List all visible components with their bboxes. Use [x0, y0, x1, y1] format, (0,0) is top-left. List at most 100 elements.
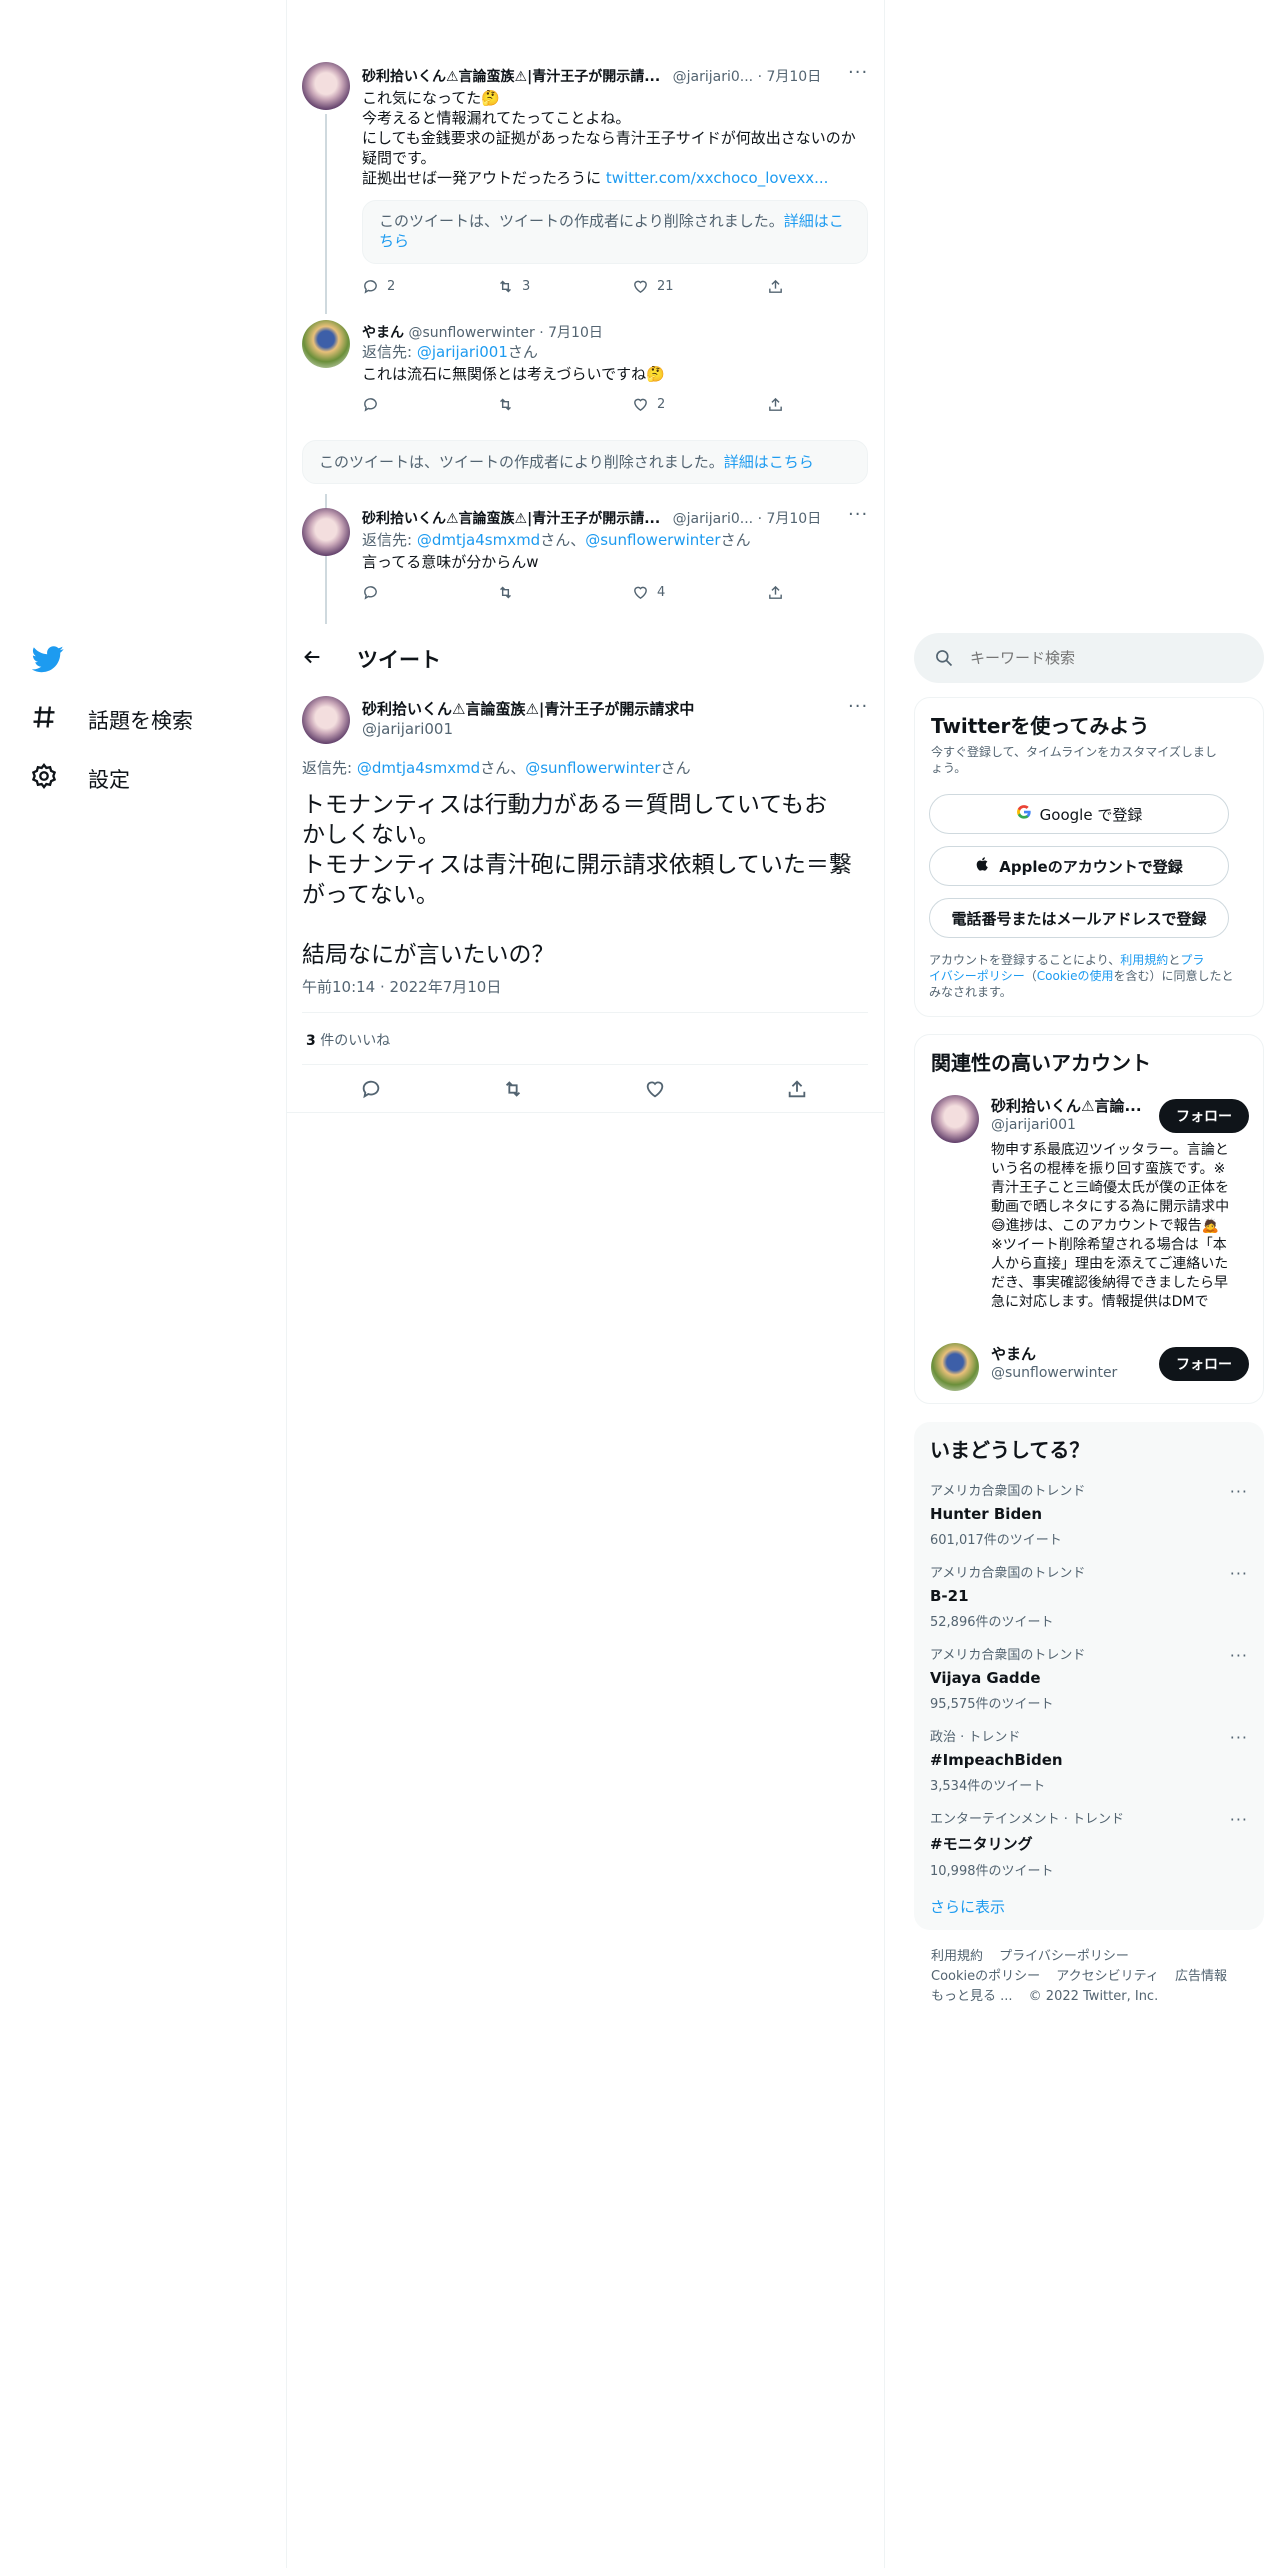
show-more-link[interactable]: さらに表示	[930, 1896, 1005, 1917]
tweet-time[interactable]: · 7月10日	[758, 69, 822, 85]
avatar[interactable]	[931, 1095, 979, 1143]
terms-link[interactable]: 利用規約	[1120, 953, 1168, 967]
more-icon[interactable]: ···	[1230, 1728, 1248, 1747]
apple-signup-button[interactable]: Appleのアカウントで登録	[929, 846, 1229, 886]
like-button[interactable]	[644, 1078, 666, 1104]
bio-line: 物申す系最底辺ツイッタラー。言論と	[991, 1142, 1229, 1158]
avatar[interactable]	[302, 696, 350, 744]
follow-button[interactable]: フォロー	[1159, 1347, 1249, 1381]
like-button[interactable]: 2	[632, 396, 767, 413]
reply-mention[interactable]: @dmtja4smxmd	[417, 531, 540, 549]
trend-item[interactable]: アメリカ合衆国のトレンド Hunter Biden 601,017件のツイート …	[930, 1480, 1248, 1562]
privacy-link[interactable]: イバシーポリシー	[929, 969, 1025, 983]
tweet-timestamp[interactable]: 午前10:14 · 2022年7月10日	[302, 976, 501, 997]
footer-link-accessibility[interactable]: アクセシビリティ	[1056, 1969, 1159, 1984]
follow-button[interactable]: フォロー	[1159, 1099, 1249, 1133]
account-handle[interactable]: @sunflowerwinter	[991, 1365, 1117, 1381]
nav-explore-label: 話題を検索	[88, 708, 193, 733]
reply-mention[interactable]: @dmtja4smxmd	[357, 759, 480, 777]
trend-item[interactable]: エンターテインメント · トレンド #モニタリング 10,998件のツイート ·…	[930, 1808, 1248, 1890]
trend-item[interactable]: アメリカ合衆国のトレンド Vijaya Gadde 95,575件のツイート ·…	[930, 1644, 1248, 1726]
reply-button[interactable]	[360, 1078, 382, 1104]
share-icon	[769, 397, 782, 411]
more-icon[interactable]: ···	[1230, 1564, 1248, 1583]
avatar[interactable]	[302, 320, 350, 368]
reply-suffix: さん	[660, 759, 691, 777]
trend-item[interactable]: アメリカ合衆国のトレンド B-21 52,896件のツイート ···	[930, 1562, 1248, 1644]
privacy-link[interactable]: プラ	[1180, 953, 1204, 967]
twitter-logo-icon[interactable]	[31, 643, 64, 679]
bio-line: ※ツイート削除希望される場合は「本	[991, 1237, 1227, 1253]
footer-more-link[interactable]: もっと見る ...	[931, 1989, 1013, 2004]
retweet-button[interactable]	[502, 1078, 524, 1104]
footer-link-cookie[interactable]: Cookieのポリシー	[931, 1969, 1040, 1984]
search-input[interactable]	[970, 645, 1240, 671]
author-handle[interactable]: @sunflowerwinter	[408, 325, 534, 341]
more-icon[interactable]: ···	[848, 696, 868, 717]
reply-button[interactable]	[362, 396, 497, 413]
avatar[interactable]	[302, 62, 350, 110]
author-name[interactable]: 砂利拾いくん⚠言論蛮族⚠|青汁王子が開示請...	[362, 69, 660, 85]
phone-email-signup-button[interactable]: 電話番号またはメールアドレスで登録	[929, 898, 1229, 938]
author-name[interactable]: 砂利拾いくん⚠言論蛮族⚠|青汁王子が開示請...	[362, 511, 660, 527]
author-name[interactable]: 砂利拾いくん⚠言論蛮族⚠|青汁王子が開示請求中	[362, 698, 694, 719]
terms-text: （	[1024, 969, 1037, 983]
more-icon[interactable]: ···	[1230, 1810, 1248, 1829]
cookie-link[interactable]: Cookieの使用	[1037, 969, 1114, 983]
details-link[interactable]: 詳細はこちら	[724, 453, 814, 471]
details-link[interactable]: 詳細はこ	[784, 212, 844, 230]
share-button[interactable]	[767, 278, 902, 295]
author-handle[interactable]: @jarijari0...	[673, 69, 754, 85]
tweet-time[interactable]: · 7月10日	[758, 511, 822, 527]
back-button[interactable]	[301, 646, 323, 672]
reply-button[interactable]	[362, 584, 497, 601]
tweet-time[interactable]: · 7月10日	[539, 325, 603, 341]
tweet-line: 疑問です。	[362, 149, 436, 167]
reply-mention[interactable]: @sunflowerwinter	[585, 531, 720, 549]
avatar[interactable]	[302, 508, 350, 556]
trend-count: 52,896件のツイート	[930, 1615, 1054, 1630]
main-tweet-text: トモナンティスは行動力がある＝質問していてもお かしくない。 トモナンティスは青…	[302, 790, 872, 970]
tweet-link[interactable]: twitter.com/xxchoco_lovexx...	[606, 169, 829, 187]
likes-count: 3	[306, 1033, 316, 1049]
retweet-button[interactable]: 3	[497, 278, 632, 295]
account-handle[interactable]: @jarijari001	[991, 1117, 1076, 1133]
reply-mention[interactable]: @jarijari001	[417, 343, 508, 361]
hashtag-icon	[30, 703, 58, 736]
retweet-count: 3	[522, 279, 531, 294]
share-button[interactable]	[767, 584, 902, 601]
retweet-button[interactable]	[497, 396, 632, 413]
account-name[interactable]: 砂利拾いくん⚠言論...	[991, 1095, 1142, 1116]
author-handle[interactable]: @jarijari0...	[673, 511, 754, 527]
footer-link-terms[interactable]: 利用規約	[931, 1949, 983, 1964]
reply-button[interactable]: 2	[362, 278, 497, 295]
more-icon[interactable]: ···	[848, 62, 868, 83]
likes-summary[interactable]: 3 件のいいね	[306, 1030, 390, 1050]
like-button[interactable]: 21	[632, 278, 767, 295]
author-name[interactable]: やまん	[362, 325, 404, 341]
author-handle[interactable]: @jarijari001	[362, 720, 453, 738]
trend-item[interactable]: 政治 · トレンド #ImpeachBiden 3,534件のツイート ···	[930, 1726, 1248, 1808]
more-icon[interactable]: ···	[848, 504, 868, 525]
google-signup-button[interactable]: Google で登録	[929, 794, 1229, 834]
terms-line: アカウントを登録することにより、利用規約とプラ	[929, 952, 1251, 968]
more-icon[interactable]: ···	[1230, 1646, 1248, 1665]
reply-prefix: 返信先:	[362, 343, 413, 361]
avatar[interactable]	[931, 1343, 979, 1391]
like-button[interactable]: 4	[632, 584, 767, 601]
footer-link-ads[interactable]: 広告情報	[1175, 1969, 1227, 1984]
details-link[interactable]: ちら	[379, 232, 409, 250]
share-button[interactable]	[767, 396, 902, 413]
reply-icon	[362, 1080, 380, 1099]
share-button[interactable]	[786, 1078, 808, 1104]
tweet-line: 証拠出せば一発アウトだったろうに twitter.com/xxchoco_lov…	[362, 168, 872, 188]
quoted-deleted-tweet: このツイートは、ツイートの作成者により削除されました。詳細はこ ちら	[362, 200, 868, 264]
more-icon[interactable]: ···	[1230, 1482, 1248, 1501]
search-box[interactable]	[914, 633, 1264, 683]
account-name[interactable]: やまん	[991, 1343, 1036, 1364]
nav-explore[interactable]: 話題を検索	[30, 703, 193, 736]
nav-settings[interactable]: 設定	[30, 762, 130, 795]
reply-mention[interactable]: @sunflowerwinter	[525, 759, 660, 777]
retweet-button[interactable]	[497, 584, 632, 601]
footer-link-privacy[interactable]: プライバシーポリシー	[999, 1949, 1129, 1964]
